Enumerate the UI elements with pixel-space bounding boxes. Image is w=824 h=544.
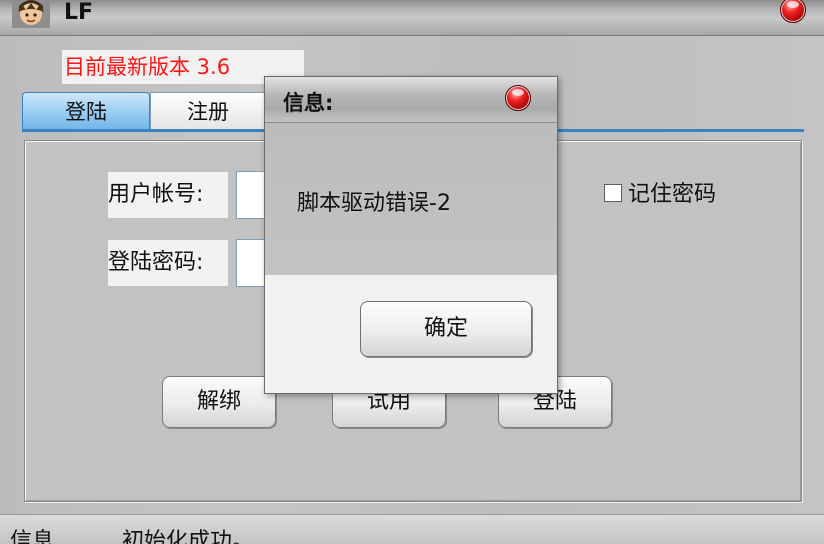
ok-button[interactable]: 确定 bbox=[360, 301, 532, 357]
dialog-titlebar[interactable]: 信息: bbox=[265, 77, 557, 123]
tab-login[interactable]: 登陆 bbox=[22, 92, 150, 131]
unbind-button[interactable]: 解绑 bbox=[162, 376, 276, 428]
dialog-title: 信息: bbox=[283, 91, 334, 115]
remember-password[interactable]: 记住密码 bbox=[604, 180, 716, 210]
status-key: 信息 bbox=[10, 529, 55, 544]
tab-register[interactable]: 注册 bbox=[150, 92, 266, 131]
password-label: 登陆密码: bbox=[108, 240, 228, 286]
close-icon[interactable] bbox=[780, 0, 806, 23]
window-titlebar[interactable]: LF bbox=[0, 0, 824, 36]
app-avatar-icon bbox=[12, 0, 50, 28]
info-dialog: 信息: 脚本驱动错误-2 确定 bbox=[264, 76, 558, 394]
remember-checkbox[interactable] bbox=[604, 184, 622, 202]
status-message: 初始化成功。 bbox=[122, 529, 255, 544]
window-title: LF bbox=[64, 0, 94, 25]
remember-label: 记住密码 bbox=[628, 182, 717, 207]
dialog-close-icon[interactable] bbox=[505, 85, 531, 111]
dialog-message: 脚本驱动错误-2 bbox=[297, 191, 451, 216]
status-bar: 信息 初始化成功。 bbox=[0, 514, 824, 544]
account-label: 用户帐号: bbox=[108, 172, 228, 218]
